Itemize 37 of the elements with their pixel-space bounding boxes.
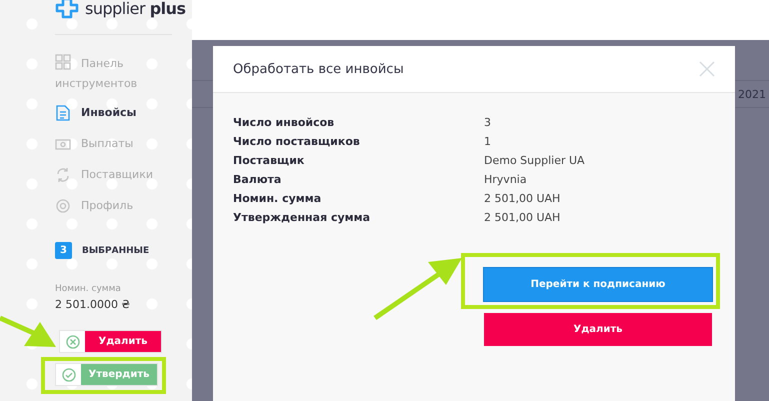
info-label: Число инвойсов — [233, 115, 336, 131]
info-label: Поставщик — [233, 153, 306, 169]
sync-icon — [55, 167, 71, 183]
count-badge: 3 — [55, 242, 72, 259]
sum-value: 2 501.0000 ₴ — [55, 298, 130, 311]
nav-item[interactable]: Инвойсы — [55, 103, 192, 123]
info-value: Hryvnia — [484, 172, 527, 188]
close-icon — [66, 334, 80, 348]
nav-item[interactable]: Выплаты — [55, 134, 192, 154]
info-value: Demo Supplier UA — [484, 153, 585, 169]
action-button[interactable]: Утвердить — [55, 363, 158, 386]
delete-button[interactable]: Удалить — [484, 313, 712, 346]
logo-text: supplier plus — [85, 0, 186, 18]
close-icon[interactable] — [699, 61, 715, 77]
nav-item[interactable]: Поставщики — [55, 165, 192, 185]
info-value: 2 501,00 UAH — [484, 191, 560, 207]
modal-title: Обработать все инвойсы — [233, 62, 404, 76]
arrow — [0, 316, 56, 347]
sign-button[interactable]: Перейти к подписанию — [484, 268, 712, 301]
document-icon — [55, 105, 71, 121]
selected-label: ВЫБРАННЫЕ — [82, 246, 150, 256]
nav-item[interactable]: Панель инструментов — [55, 52, 167, 94]
action-button[interactable]: Удалить — [59, 330, 162, 353]
settings-icon — [55, 198, 71, 214]
info-value: 1 — [484, 134, 491, 150]
info-label: Число поставщиков — [233, 134, 361, 150]
table-cell: 2021 — [738, 88, 766, 100]
nav-item[interactable]: Профиль — [55, 196, 192, 216]
info-label: Валюта — [233, 172, 282, 188]
sum-label: Номин. сумма — [55, 284, 121, 294]
info-value: 2 501,00 UAH — [484, 210, 560, 226]
info-label: Утвержденная сумма — [233, 210, 372, 226]
logo-icon — [55, 0, 79, 19]
check-icon — [62, 368, 76, 382]
info-value: 3 — [484, 115, 491, 131]
grid-icon — [55, 54, 71, 70]
info-label: Номин. сумма — [233, 191, 322, 207]
